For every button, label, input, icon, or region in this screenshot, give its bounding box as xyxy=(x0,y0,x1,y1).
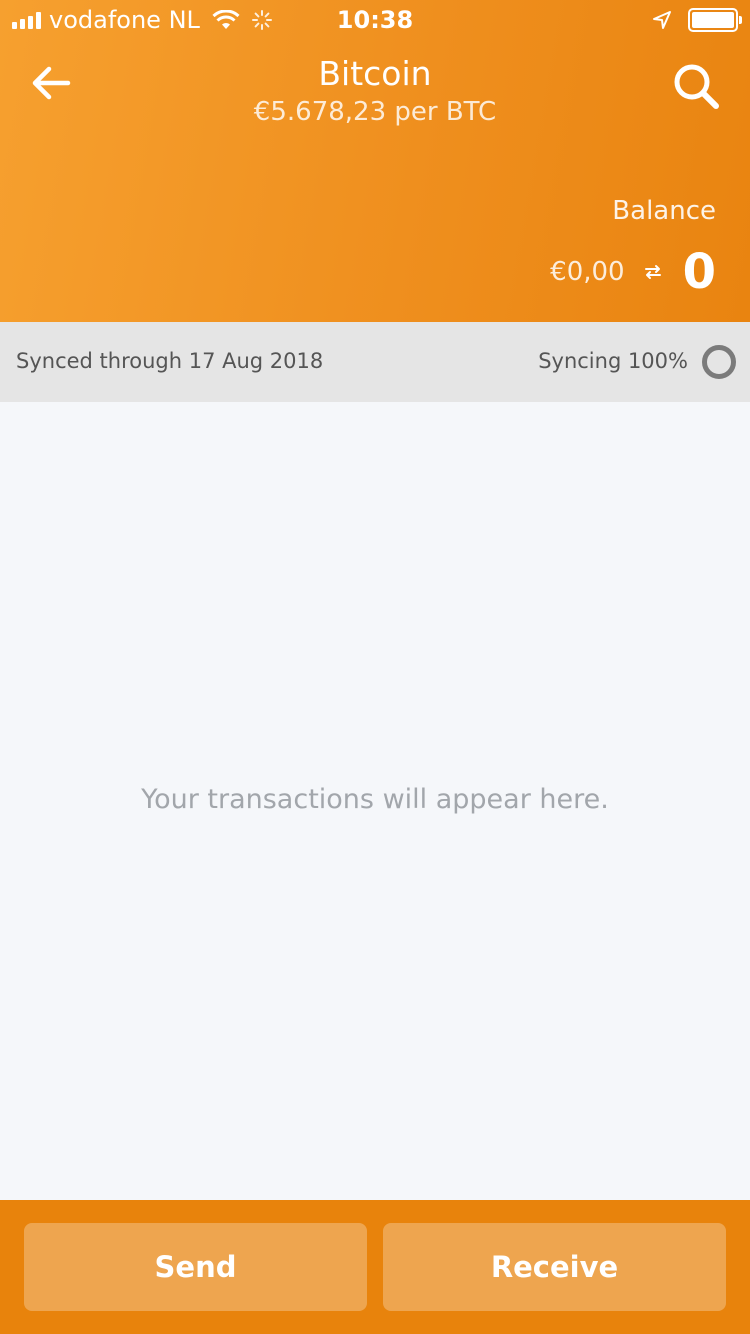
location-arrow-icon xyxy=(653,11,671,29)
synced-through-text: Synced through 17 Aug 2018 xyxy=(16,349,324,373)
status-bar: vodafone NL 10:38 xyxy=(0,0,750,40)
wallet-screen: vodafone NL 10:38 Bitcoin €5.678,23 per … xyxy=(0,0,750,1334)
crypto-balance: 0 xyxy=(682,244,716,300)
action-bar: Send Receive xyxy=(0,1200,750,1334)
balance-row: €0,00 0 xyxy=(550,244,716,300)
balance-label: Balance xyxy=(612,196,716,226)
fiat-balance: €0,00 xyxy=(550,257,625,287)
send-button[interactable]: Send xyxy=(24,1223,367,1311)
sync-progress-icon xyxy=(702,345,736,379)
status-bar-right xyxy=(652,8,742,32)
status-time: 10:38 xyxy=(336,6,414,34)
search-icon[interactable] xyxy=(672,62,720,110)
page-title: Bitcoin xyxy=(318,54,432,93)
sync-status-text: Syncing 100% xyxy=(538,349,688,373)
sync-bar: Synced through 17 Aug 2018 Syncing 100% xyxy=(0,322,750,402)
empty-state-message: Your transactions will appear here. xyxy=(141,784,609,815)
exchange-rate: €5.678,23 per BTC xyxy=(253,97,497,127)
swap-currency-icon[interactable] xyxy=(643,262,663,282)
receive-button[interactable]: Receive xyxy=(383,1223,726,1311)
header: vodafone NL 10:38 Bitcoin €5.678,23 per … xyxy=(0,0,750,322)
battery-icon xyxy=(688,8,742,32)
